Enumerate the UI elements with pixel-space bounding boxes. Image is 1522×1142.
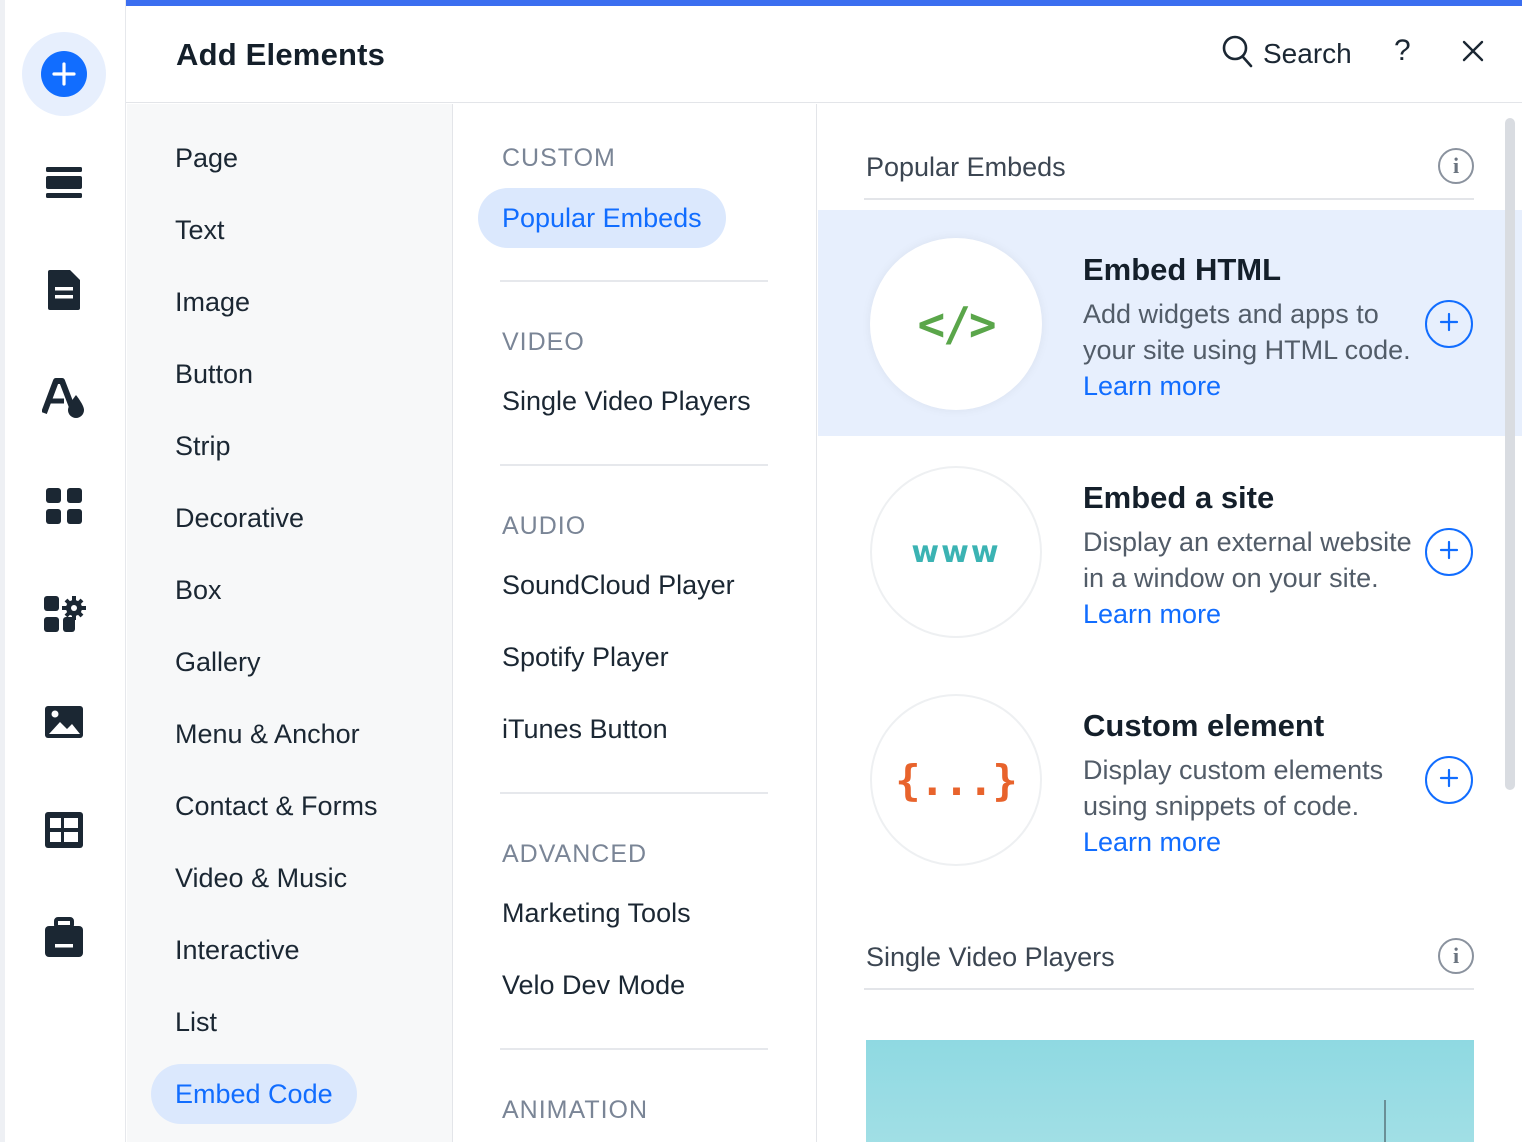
element-card-embed-site[interactable]: www Embed a site Display an external web… (818, 438, 1522, 664)
category-page[interactable]: Page (151, 128, 262, 188)
category-video-music[interactable]: Video & Music (151, 848, 371, 908)
search-label: Search (1263, 38, 1352, 69)
card-title: Custom element (1083, 708, 1325, 743)
www-icon: www (911, 534, 1001, 570)
category-text[interactable]: Text (151, 200, 249, 260)
business-icon (43, 917, 85, 959)
panel-title: Add Elements (176, 37, 386, 72)
plus-icon (1439, 540, 1459, 565)
learn-more-link[interactable]: Learn more (1083, 827, 1221, 857)
section-divider (864, 198, 1474, 200)
section-divider (864, 988, 1474, 990)
plus-icon (1439, 312, 1459, 337)
section-title-single-video-players: Single Video Players (866, 942, 1115, 972)
site-design-button[interactable] (22, 356, 106, 440)
elements-content: Popular Embeds i </> Embed HTML Add widg… (818, 104, 1522, 1142)
category-image[interactable]: Image (151, 272, 274, 332)
category-strip[interactable]: Strip (151, 416, 255, 476)
add-element-button[interactable] (1425, 756, 1473, 804)
section-title-popular-embeds: Popular Embeds (866, 152, 1066, 182)
media-icon (43, 704, 85, 740)
category-gallery[interactable]: Gallery (151, 632, 285, 692)
apps-button[interactable] (22, 464, 106, 548)
subcategory-heading-custom: CUSTOM (502, 144, 616, 172)
cms-button[interactable] (22, 788, 106, 872)
subcategory-divider (500, 464, 768, 466)
category-box[interactable]: Box (151, 560, 246, 620)
add-element-button[interactable] (1425, 528, 1473, 576)
embed-site-thumbnail: www (870, 466, 1042, 638)
subcategory-list: CUSTOM Popular Embeds VIDEO Single Video… (454, 104, 817, 1142)
add-apps-icon (42, 594, 86, 634)
left-toolbar (0, 0, 126, 1142)
preview-image-detail (1384, 1100, 1386, 1142)
element-card-custom-element[interactable]: {...} Custom element Display custom elem… (818, 666, 1522, 892)
learn-more-link[interactable]: Learn more (1083, 371, 1221, 401)
add-icon (41, 51, 87, 97)
help-button[interactable]: ? (1394, 34, 1411, 68)
subcategory-popular-embeds[interactable]: Popular Embeds (478, 188, 726, 248)
subcategory-velo-dev-mode[interactable]: Velo Dev Mode (502, 970, 685, 1001)
sections-icon (44, 165, 84, 199)
card-description: Display custom elements using snippets o… (1083, 755, 1384, 857)
add-element-button[interactable] (1425, 300, 1473, 348)
category-decorative[interactable]: Decorative (151, 488, 328, 548)
pages-icon (46, 268, 82, 312)
search-button[interactable]: Search (1221, 34, 1352, 74)
pages-button[interactable] (22, 248, 106, 332)
subcategory-heading-audio: AUDIO (502, 512, 587, 540)
card-title: Embed HTML (1083, 252, 1282, 287)
subcategory-divider (500, 792, 768, 794)
category-list: Page Text Image Button Strip Decorative … (127, 104, 453, 1142)
design-icon (42, 377, 86, 419)
category-menu-anchor[interactable]: Menu & Anchor (151, 704, 384, 764)
panel-header: Add Elements Search ? (126, 6, 1522, 103)
custom-element-thumbnail: {...} (870, 694, 1042, 866)
card-description: Add widgets and apps to your site using … (1083, 299, 1411, 401)
subcategory-marketing-tools[interactable]: Marketing Tools (502, 898, 691, 929)
subcategory-heading-animation: ANIMATION (502, 1096, 649, 1124)
subcategory-divider (500, 280, 768, 282)
category-embed-code[interactable]: Embed Code (151, 1064, 357, 1124)
close-button[interactable] (1458, 36, 1488, 71)
add-elements-button[interactable] (22, 32, 106, 116)
search-icon (1221, 34, 1253, 75)
business-apps-button[interactable] (22, 572, 106, 656)
business-tools-button[interactable] (22, 896, 106, 980)
sections-button[interactable] (22, 140, 106, 224)
category-button[interactable]: Button (151, 344, 277, 404)
content-scrollbar[interactable] (1505, 118, 1515, 790)
category-contact-forms[interactable]: Contact & Forms (151, 776, 402, 836)
category-list[interactable]: List (151, 992, 241, 1052)
subcategory-divider (500, 1048, 768, 1050)
subcategory-heading-advanced: ADVANCED (502, 840, 648, 868)
code-icon: </> (917, 297, 996, 351)
rail-edge (0, 0, 5, 1142)
cms-icon (43, 810, 85, 850)
info-icon[interactable]: i (1438, 148, 1474, 184)
card-title: Embed a site (1083, 480, 1275, 515)
subcategory-itunes-button[interactable]: iTunes Button (502, 714, 668, 745)
close-icon (1458, 40, 1488, 70)
video-player-preview[interactable] (866, 1040, 1474, 1142)
info-icon[interactable]: i (1438, 938, 1474, 974)
category-interactive[interactable]: Interactive (151, 920, 324, 980)
subcategory-single-video-players[interactable]: Single Video Players (502, 386, 751, 417)
apps-icon (44, 486, 84, 526)
embed-html-thumbnail: </> (870, 238, 1042, 410)
subcategory-spotify-player[interactable]: Spotify Player (502, 642, 669, 673)
element-card-embed-html[interactable]: </> Embed HTML Add widgets and apps to y… (818, 210, 1522, 436)
media-button[interactable] (22, 680, 106, 764)
card-description: Display an external website in a window … (1083, 527, 1412, 629)
learn-more-link[interactable]: Learn more (1083, 599, 1221, 629)
braces-icon: {...} (895, 755, 1017, 805)
subcategory-soundcloud-player[interactable]: SoundCloud Player (502, 570, 735, 601)
plus-icon (1439, 768, 1459, 793)
subcategory-heading-video: VIDEO (502, 328, 585, 356)
